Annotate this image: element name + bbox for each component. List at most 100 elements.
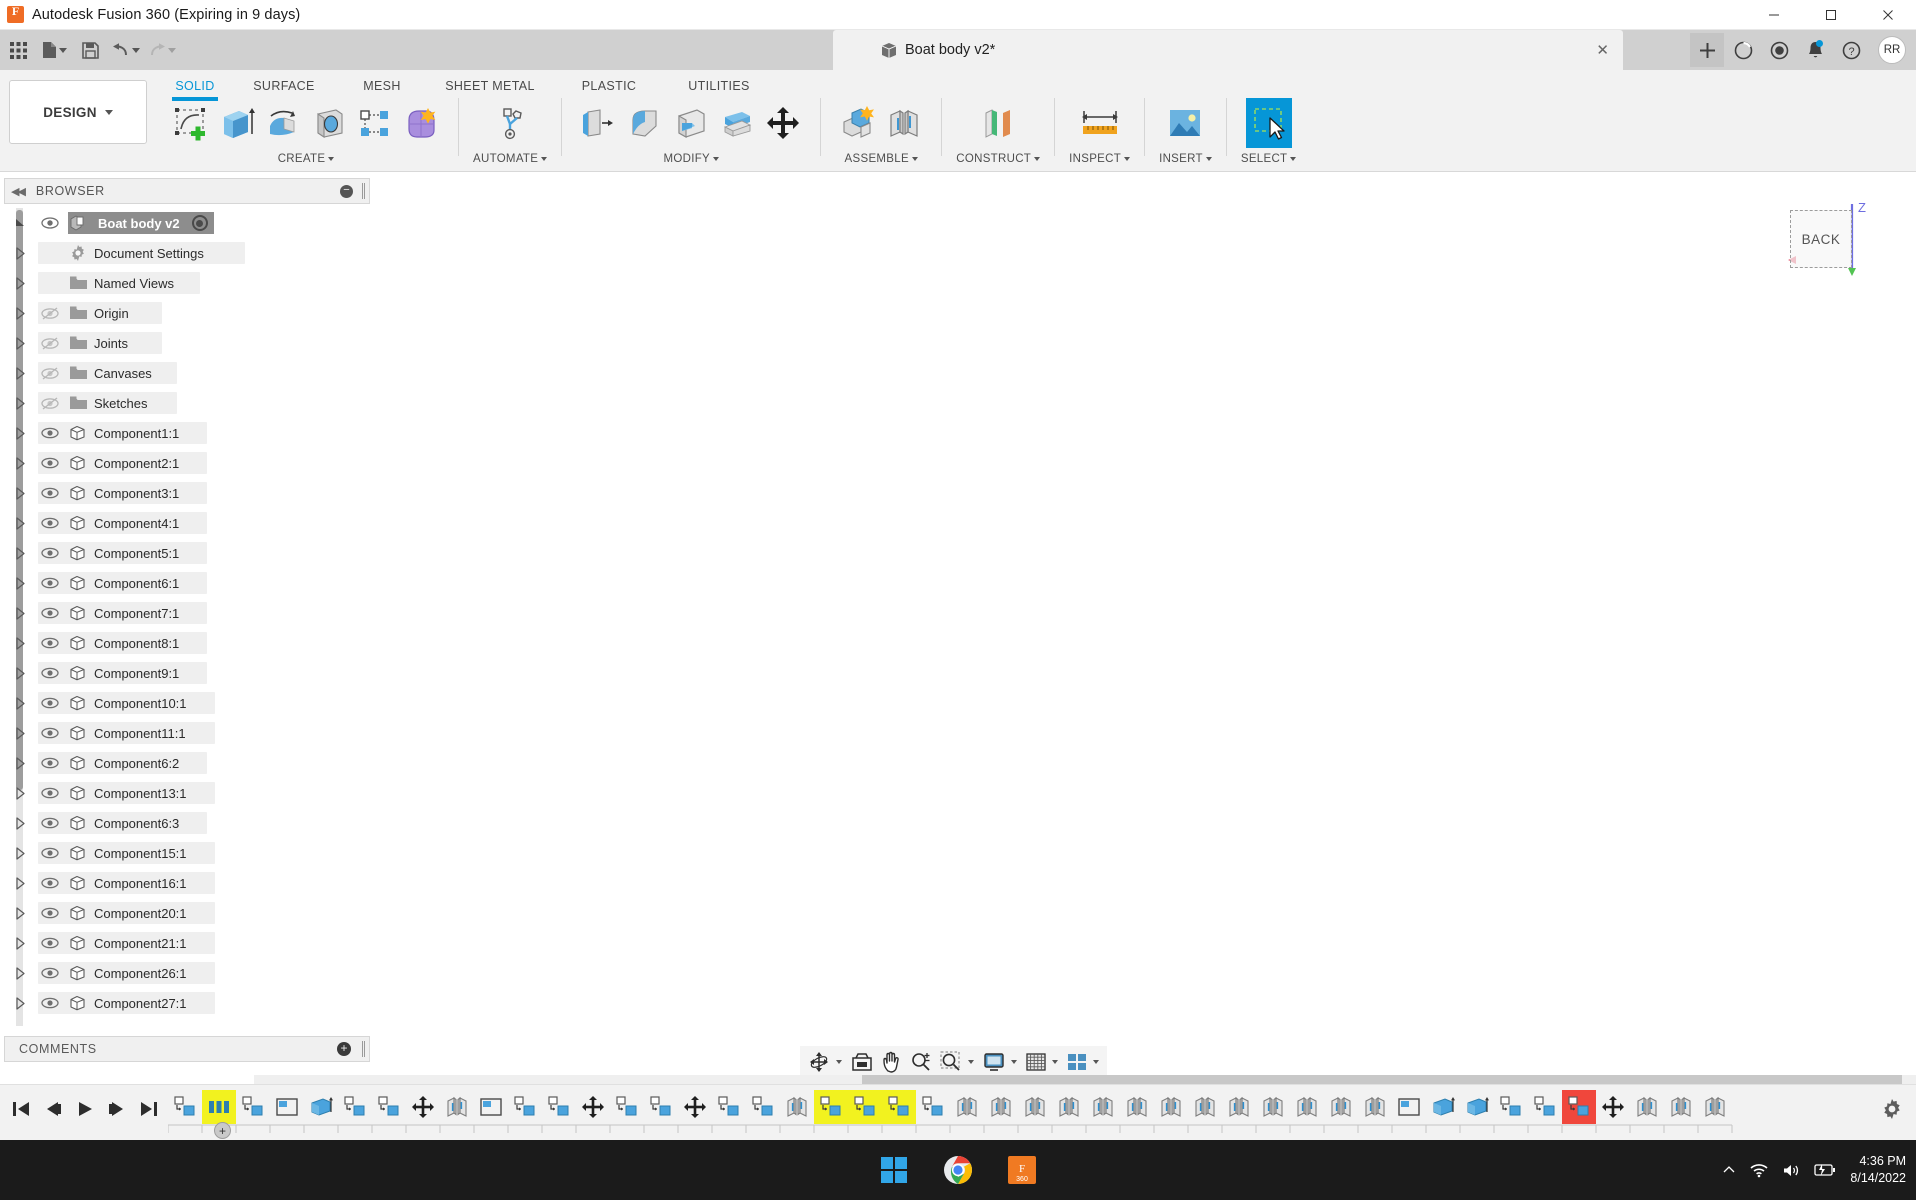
add-tab-button[interactable] bbox=[1690, 33, 1724, 67]
timeline-features[interactable] bbox=[168, 1090, 1732, 1124]
go-to-end-icon[interactable] bbox=[134, 1093, 164, 1125]
chevron-down-icon[interactable] bbox=[168, 48, 176, 53]
zoom-window-icon[interactable] bbox=[936, 1048, 966, 1076]
taskbar-apps[interactable]: F 360 bbox=[875, 1140, 1041, 1200]
tree-row[interactable]: Origin bbox=[14, 298, 374, 328]
expand-arrow-icon[interactable] bbox=[14, 667, 36, 680]
expand-arrow-icon[interactable] bbox=[14, 307, 36, 320]
timeline-feature[interactable] bbox=[508, 1090, 542, 1124]
timeline-feature[interactable] bbox=[270, 1090, 304, 1124]
visibility-eye-icon[interactable] bbox=[36, 697, 64, 709]
add-comment-icon[interactable]: + bbox=[337, 1042, 351, 1056]
ribbon-toolbar[interactable]: DESIGN SOLID SURFACE MESH SHEET METAL PL… bbox=[0, 70, 1916, 172]
go-to-beginning-icon[interactable] bbox=[6, 1093, 36, 1125]
tab-utilities[interactable]: UTILITIES bbox=[664, 74, 774, 98]
visibility-eye-icon[interactable] bbox=[36, 427, 64, 439]
timeline-feature[interactable] bbox=[1086, 1090, 1120, 1124]
expand-arrow-icon[interactable] bbox=[14, 697, 36, 710]
visibility-eye-icon[interactable] bbox=[36, 667, 64, 679]
timeline-feature[interactable] bbox=[168, 1090, 202, 1124]
tree-row[interactable]: Canvases bbox=[14, 358, 374, 388]
timeline-feature[interactable] bbox=[304, 1090, 338, 1124]
chevron-down-icon[interactable] bbox=[1011, 1060, 1017, 1064]
tab-plastic[interactable]: PLASTIC bbox=[554, 74, 664, 98]
tree-row[interactable]: Sketches bbox=[14, 388, 374, 418]
timeline-feature[interactable] bbox=[406, 1090, 440, 1124]
expand-arrow-icon[interactable] bbox=[14, 427, 36, 440]
tab-surface[interactable]: SURFACE bbox=[230, 74, 338, 98]
save-icon[interactable] bbox=[72, 33, 108, 67]
redo-icon[interactable] bbox=[144, 33, 180, 67]
help-icon[interactable]: ? bbox=[1834, 33, 1868, 67]
timeline-feature[interactable] bbox=[338, 1090, 372, 1124]
visibility-eye-icon[interactable] bbox=[36, 517, 64, 529]
form-icon[interactable] bbox=[398, 98, 444, 148]
orbit-icon[interactable] bbox=[804, 1048, 834, 1076]
timeline-feature[interactable] bbox=[1528, 1090, 1562, 1124]
windows-start-icon[interactable] bbox=[875, 1151, 913, 1189]
tree-row[interactable]: Component20:1 bbox=[14, 898, 374, 928]
close-icon[interactable]: ✕ bbox=[1596, 41, 1609, 59]
timeline-marker[interactable]: + bbox=[214, 1122, 231, 1139]
play-icon[interactable] bbox=[70, 1093, 100, 1125]
look-at-icon[interactable] bbox=[847, 1048, 877, 1076]
extrude-icon[interactable] bbox=[214, 98, 260, 148]
tree-row[interactable]: Component15:1 bbox=[14, 838, 374, 868]
expand-arrow-icon[interactable] bbox=[14, 937, 36, 950]
timeline-feature[interactable] bbox=[1018, 1090, 1052, 1124]
timeline-feature[interactable] bbox=[1290, 1090, 1324, 1124]
timeline-feature[interactable] bbox=[1188, 1090, 1222, 1124]
tree-row[interactable]: Component26:1 bbox=[14, 958, 374, 988]
group-label-construct[interactable]: CONSTRUCT bbox=[956, 150, 1040, 168]
timeline-feature[interactable] bbox=[202, 1090, 236, 1124]
tree-row[interactable]: Component6:1 bbox=[14, 568, 374, 598]
timeline-feature[interactable] bbox=[1460, 1090, 1494, 1124]
tree-row[interactable]: Joints bbox=[14, 328, 374, 358]
expand-arrow-icon[interactable] bbox=[14, 277, 36, 290]
expand-arrow-icon[interactable] bbox=[14, 757, 36, 770]
document-tab[interactable]: Boat body v2* ✕ bbox=[833, 30, 1623, 70]
undo-icon[interactable] bbox=[108, 33, 144, 67]
step-forward-icon[interactable] bbox=[102, 1093, 132, 1125]
visibility-eye-icon[interactable] bbox=[36, 487, 64, 499]
tree-row[interactable]: Component16:1 bbox=[14, 868, 374, 898]
tree-row[interactable]: Component8:1 bbox=[14, 628, 374, 658]
job-status-icon[interactable] bbox=[1726, 33, 1760, 67]
view-cube[interactable]: Z BACK bbox=[1790, 198, 1864, 272]
expand-arrow-icon[interactable] bbox=[14, 487, 36, 500]
taskbar-clock[interactable]: 4:36 PM 8/14/2022 bbox=[1850, 1153, 1906, 1187]
tab-sheet-metal[interactable]: SHEET METAL bbox=[426, 74, 554, 98]
timeline-feature[interactable] bbox=[848, 1090, 882, 1124]
workspace-switcher[interactable]: DESIGN bbox=[9, 80, 147, 144]
insert-image-icon[interactable] bbox=[1162, 98, 1208, 148]
comments-panel-header[interactable]: COMMENTS + bbox=[4, 1036, 370, 1062]
visibility-eye-icon[interactable] bbox=[36, 997, 64, 1009]
viewports-icon[interactable] bbox=[1063, 1048, 1091, 1076]
timeline-feature[interactable] bbox=[644, 1090, 678, 1124]
recent-activity-icon[interactable] bbox=[1762, 33, 1796, 67]
automate-icon[interactable] bbox=[487, 98, 533, 148]
tree-row[interactable]: Component10:1 bbox=[14, 688, 374, 718]
visibility-eye-icon[interactable] bbox=[36, 217, 64, 229]
move-copy-icon[interactable] bbox=[760, 98, 806, 148]
window-controls[interactable] bbox=[1745, 0, 1916, 30]
select-window-icon[interactable] bbox=[1246, 98, 1292, 148]
chevron-down-icon[interactable] bbox=[968, 1060, 974, 1064]
timeline-scrollbar-thumb[interactable] bbox=[862, 1075, 1902, 1084]
timeline[interactable]: + bbox=[0, 1084, 1916, 1140]
visibility-eye-icon[interactable] bbox=[36, 577, 64, 589]
tree-row[interactable]: Component3:1 bbox=[14, 478, 374, 508]
timeline-feature[interactable] bbox=[1664, 1090, 1698, 1124]
fusion360-icon[interactable]: F 360 bbox=[1003, 1151, 1041, 1189]
minimize-button[interactable] bbox=[1745, 0, 1802, 30]
create-sketch-icon[interactable] bbox=[168, 98, 214, 148]
chevron-down-icon[interactable] bbox=[1093, 1060, 1099, 1064]
chevron-down-icon[interactable] bbox=[1052, 1060, 1058, 1064]
group-label-insert[interactable]: INSERT bbox=[1159, 150, 1212, 168]
new-component-icon[interactable] bbox=[835, 98, 881, 148]
notifications-icon[interactable] bbox=[1798, 33, 1832, 67]
fillet-icon[interactable] bbox=[622, 98, 668, 148]
timeline-feature[interactable] bbox=[984, 1090, 1018, 1124]
visibility-eye-icon[interactable] bbox=[36, 877, 64, 889]
chevron-down-icon[interactable] bbox=[59, 48, 67, 53]
